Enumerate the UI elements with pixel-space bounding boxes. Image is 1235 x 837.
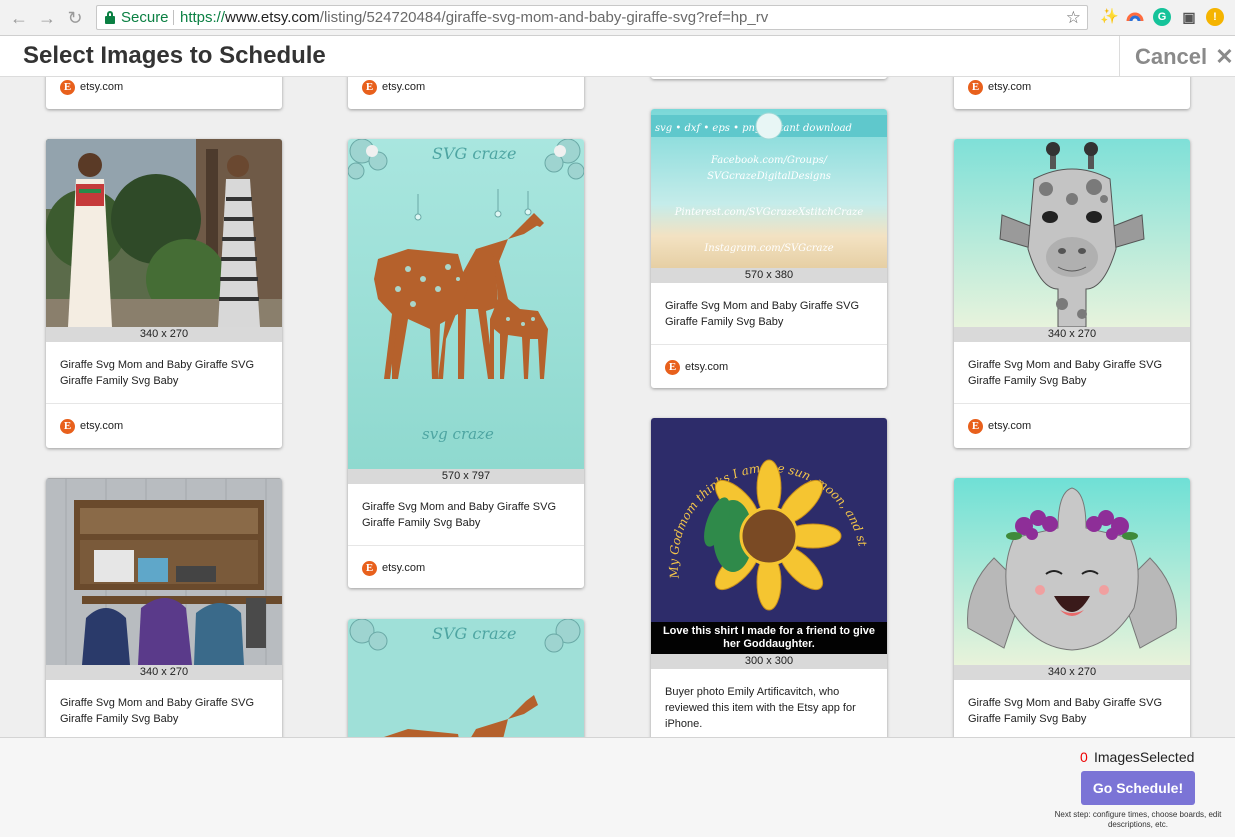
source-link: Eetsy.com	[665, 359, 728, 375]
source-link: Eetsy.com	[968, 418, 1031, 434]
brand-text-top: SVG craze	[432, 624, 516, 643]
etsy-logo-icon: E	[60, 79, 75, 95]
source-link: Eetsy.com	[60, 418, 123, 434]
image-card[interactable]: Eetsy.com	[348, 77, 584, 109]
grammarly-icon[interactable]: G	[1153, 8, 1171, 26]
etsy-logo-icon: E	[968, 79, 983, 95]
image-card[interactable]: 340 x 270 Giraffe Svg Mom and Baby Giraf…	[46, 139, 282, 448]
url-text: https://www.etsy.com/listing/524720484/g…	[180, 9, 769, 26]
source-link: Eetsy.com	[362, 560, 425, 576]
next-step-hint: Next step: configure times, choose board…	[1054, 810, 1222, 829]
svg-text:SVGcrazeDigitalDesigns: SVGcrazeDigitalDesigns	[707, 171, 831, 182]
card-image	[954, 478, 1190, 665]
image-dimensions: 340 x 270	[954, 665, 1190, 680]
modal-footer: 0 ImagesSelected Go Schedule! Next step:…	[0, 737, 1235, 837]
etsy-logo-icon: E	[362, 79, 377, 95]
image-dimensions: 340 x 270	[46, 327, 282, 342]
svg-text:Pinterest.com/SVGcrazeXstitchC: Pinterest.com/SVGcrazeXstitchCraze	[674, 207, 864, 218]
brand-text-top: SVG craze	[432, 144, 516, 163]
image-title: Giraffe Svg Mom and Baby Giraffe SVG Gira…	[362, 501, 557, 529]
svg-text:Instagram.com/SVGcraze: Instagram.com/SVGcraze	[703, 243, 833, 254]
lock-icon	[105, 11, 115, 24]
card-image	[46, 139, 282, 327]
card-image	[46, 478, 282, 665]
image-title: Giraffe Svg Mom and Baby Giraffe SVG Gira…	[60, 697, 255, 725]
browser-toolbar: ← → ↻ Secure https://www.etsy.com/listin…	[0, 0, 1235, 36]
banner-text: svg • dxf • eps • png instant download	[655, 123, 852, 134]
svg-text:Facebook.com/Groups/: Facebook.com/Groups/	[710, 155, 829, 166]
image-card[interactable]: SVG craze svg craze 570 x 797 Giraffe Sv…	[348, 139, 584, 588]
extension-feather-icon[interactable]: ✨	[1100, 8, 1119, 26]
etsy-logo-icon: E	[362, 560, 377, 576]
image-dimensions: 570 x 797	[348, 469, 584, 484]
selected-count: 0	[1080, 749, 1088, 765]
schedule-modal: Select Images to Schedule Cancel ✕ Eetsy…	[0, 36, 1235, 837]
image-dimensions: 300 x 300	[651, 654, 887, 669]
image-card[interactable]: 340 x 270 Giraffe Svg Mom and Baby Giraf…	[954, 139, 1190, 448]
cancel-button[interactable]: Cancel ✕	[1119, 36, 1235, 77]
forward-icon[interactable]: →	[36, 7, 58, 29]
photo-caption: Love this shirt I made for a friend to g…	[651, 622, 887, 654]
brand-text-bottom: svg craze	[422, 425, 494, 443]
source-link: Eetsy.com	[968, 79, 1031, 95]
alert-icon[interactable]: !	[1206, 8, 1224, 26]
image-card[interactable]: 340 x 270 Giraffe Svg Mom and Baby Giraf…	[954, 478, 1190, 737]
image-card[interactable]: 340 x 270 Giraffe Svg Mom and Baby Giraf…	[46, 478, 282, 737]
source-link: Eetsy.com	[60, 79, 123, 95]
source-link: Eetsy.com	[362, 79, 425, 95]
modal-header: Select Images to Schedule Cancel ✕	[0, 36, 1235, 77]
image-title: Giraffe Svg Mom and Baby Giraffe SVG Gira…	[665, 300, 860, 328]
card-image: svg • dxf • eps • png instant download F…	[651, 109, 887, 268]
address-bar[interactable]: Secure https://www.etsy.com/listing/5247…	[96, 5, 1088, 30]
image-card[interactable]: Eetsy.com	[46, 77, 282, 109]
cast-icon[interactable]: ▣	[1180, 8, 1198, 26]
etsy-logo-icon: E	[60, 418, 75, 434]
card-image	[954, 139, 1190, 327]
bookmark-star-icon[interactable]: ☆	[1066, 6, 1081, 29]
back-icon[interactable]: ←	[8, 7, 30, 29]
etsy-logo-icon: E	[665, 359, 680, 375]
etsy-logo-icon: E	[968, 418, 983, 434]
image-card[interactable]: SVG craze	[348, 619, 584, 737]
extension-rainbow-icon[interactable]	[1126, 8, 1144, 26]
close-icon: ✕	[1215, 44, 1234, 69]
image-dimensions: 570 x 380	[651, 268, 887, 283]
image-grid: Eetsy.com Eetsy.com Eetsy.com 340 x 270 …	[0, 77, 1235, 737]
go-schedule-button[interactable]: Go Schedule!	[1081, 771, 1195, 805]
image-title: Giraffe Svg Mom and Baby Giraffe SVG Gira…	[60, 359, 255, 387]
image-dimensions: 340 x 270	[954, 327, 1190, 342]
image-card[interactable]: svg • dxf • eps • png instant download F…	[651, 109, 887, 388]
image-card[interactable]	[651, 77, 887, 79]
image-title: Buyer photo Emily Artificavitch, who revi…	[665, 686, 856, 730]
image-title: Giraffe Svg Mom and Baby Giraffe SVG Gira…	[968, 359, 1163, 387]
card-image: SVG craze	[348, 619, 584, 737]
secure-label: Secure	[121, 9, 169, 26]
card-image: My Godmom thinks I am the sun, moon, and…	[651, 418, 887, 654]
image-title: Giraffe Svg Mom and Baby Giraffe SVG Gira…	[968, 697, 1163, 725]
image-card[interactable]: My Godmom thinks I am the sun, moon, and…	[651, 418, 887, 737]
reload-icon[interactable]: ↻	[64, 7, 86, 29]
selected-label: ImagesSelected	[1094, 749, 1195, 765]
card-image: SVG craze svg craze	[348, 139, 584, 469]
image-card[interactable]: Eetsy.com	[954, 77, 1190, 109]
modal-title: Select Images to Schedule	[23, 42, 326, 69]
image-dimensions: 340 x 270	[46, 665, 282, 680]
